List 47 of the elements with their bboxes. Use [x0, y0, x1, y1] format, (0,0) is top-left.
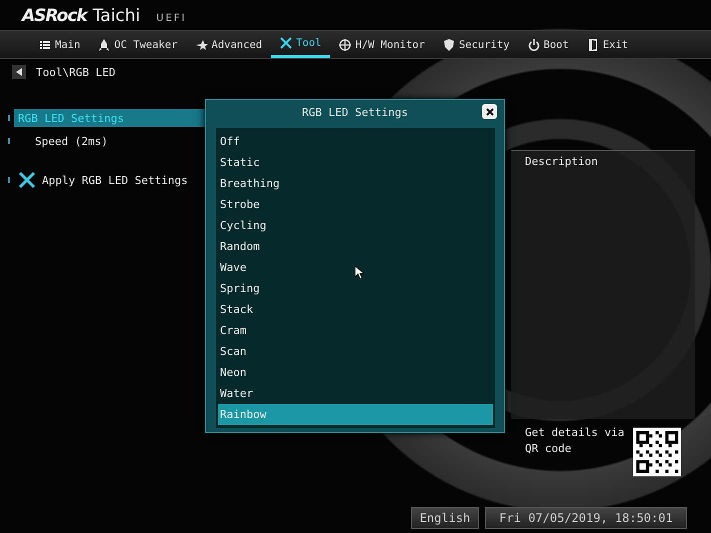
tools-icon: [280, 37, 292, 49]
mouse-cursor-icon: [355, 266, 364, 279]
option-item[interactable]: Random: [218, 236, 493, 257]
brand-logo: ASRock: [22, 6, 87, 26]
option-item[interactable]: Breathing: [218, 173, 493, 194]
option-item[interactable]: Off: [218, 131, 493, 152]
tab[interactable]: Tool: [271, 31, 330, 58]
tab[interactable]: OC Tweaker: [89, 31, 187, 58]
option-item[interactable]: Static: [218, 152, 493, 173]
option-item[interactable]: Cycling: [218, 215, 493, 236]
tab[interactable]: H/W Monitor: [330, 31, 434, 58]
option-item[interactable]: Wave: [218, 257, 493, 278]
star-icon: [196, 38, 208, 50]
crosshair-icon: [339, 38, 352, 50]
tab[interactable]: Security: [434, 31, 519, 58]
firmware-label: UEFI: [156, 13, 187, 24]
qr-hint: Get details via QR code: [525, 425, 626, 457]
description-title: Description: [525, 155, 598, 168]
power-icon: [528, 38, 540, 50]
option-item[interactable]: Strobe: [218, 194, 493, 215]
menu-item[interactable]: Apply RGB LED Settings: [14, 171, 205, 189]
door-icon: [586, 38, 599, 50]
language-button[interactable]: English: [411, 507, 479, 529]
tab[interactable]: Advanced: [186, 31, 272, 58]
rocket-icon: [98, 38, 110, 50]
qr-code-icon: [632, 425, 681, 479]
breadcrumb: Tool\RGB LED: [36, 66, 116, 78]
close-icon: [486, 108, 494, 116]
close-button[interactable]: [482, 104, 497, 119]
option-item[interactable]: Stack: [218, 299, 493, 320]
back-arrow-icon: [16, 68, 22, 76]
option-item[interactable]: Neon: [218, 362, 493, 383]
dialog-title: RGB LED Settings: [302, 106, 408, 118]
option-item[interactable]: Cram: [218, 320, 493, 341]
option-item[interactable]: Spring: [218, 278, 493, 299]
option-item[interactable]: Scan: [218, 341, 493, 362]
shield-icon: [442, 38, 455, 50]
option-item[interactable]: Water: [218, 383, 493, 404]
tab[interactable]: Main: [30, 31, 90, 58]
menu-item[interactable]: Speed (2ms): [14, 132, 205, 150]
model-name: Taichi: [92, 6, 140, 26]
list-icon: [39, 38, 51, 50]
date-time: Fri 07/05/2019, 18:50:01: [485, 507, 687, 529]
tools-icon: [18, 171, 36, 189]
tab[interactable]: Boot: [518, 31, 578, 58]
tab[interactable]: Exit: [578, 31, 638, 58]
back-button[interactable]: [12, 65, 26, 79]
